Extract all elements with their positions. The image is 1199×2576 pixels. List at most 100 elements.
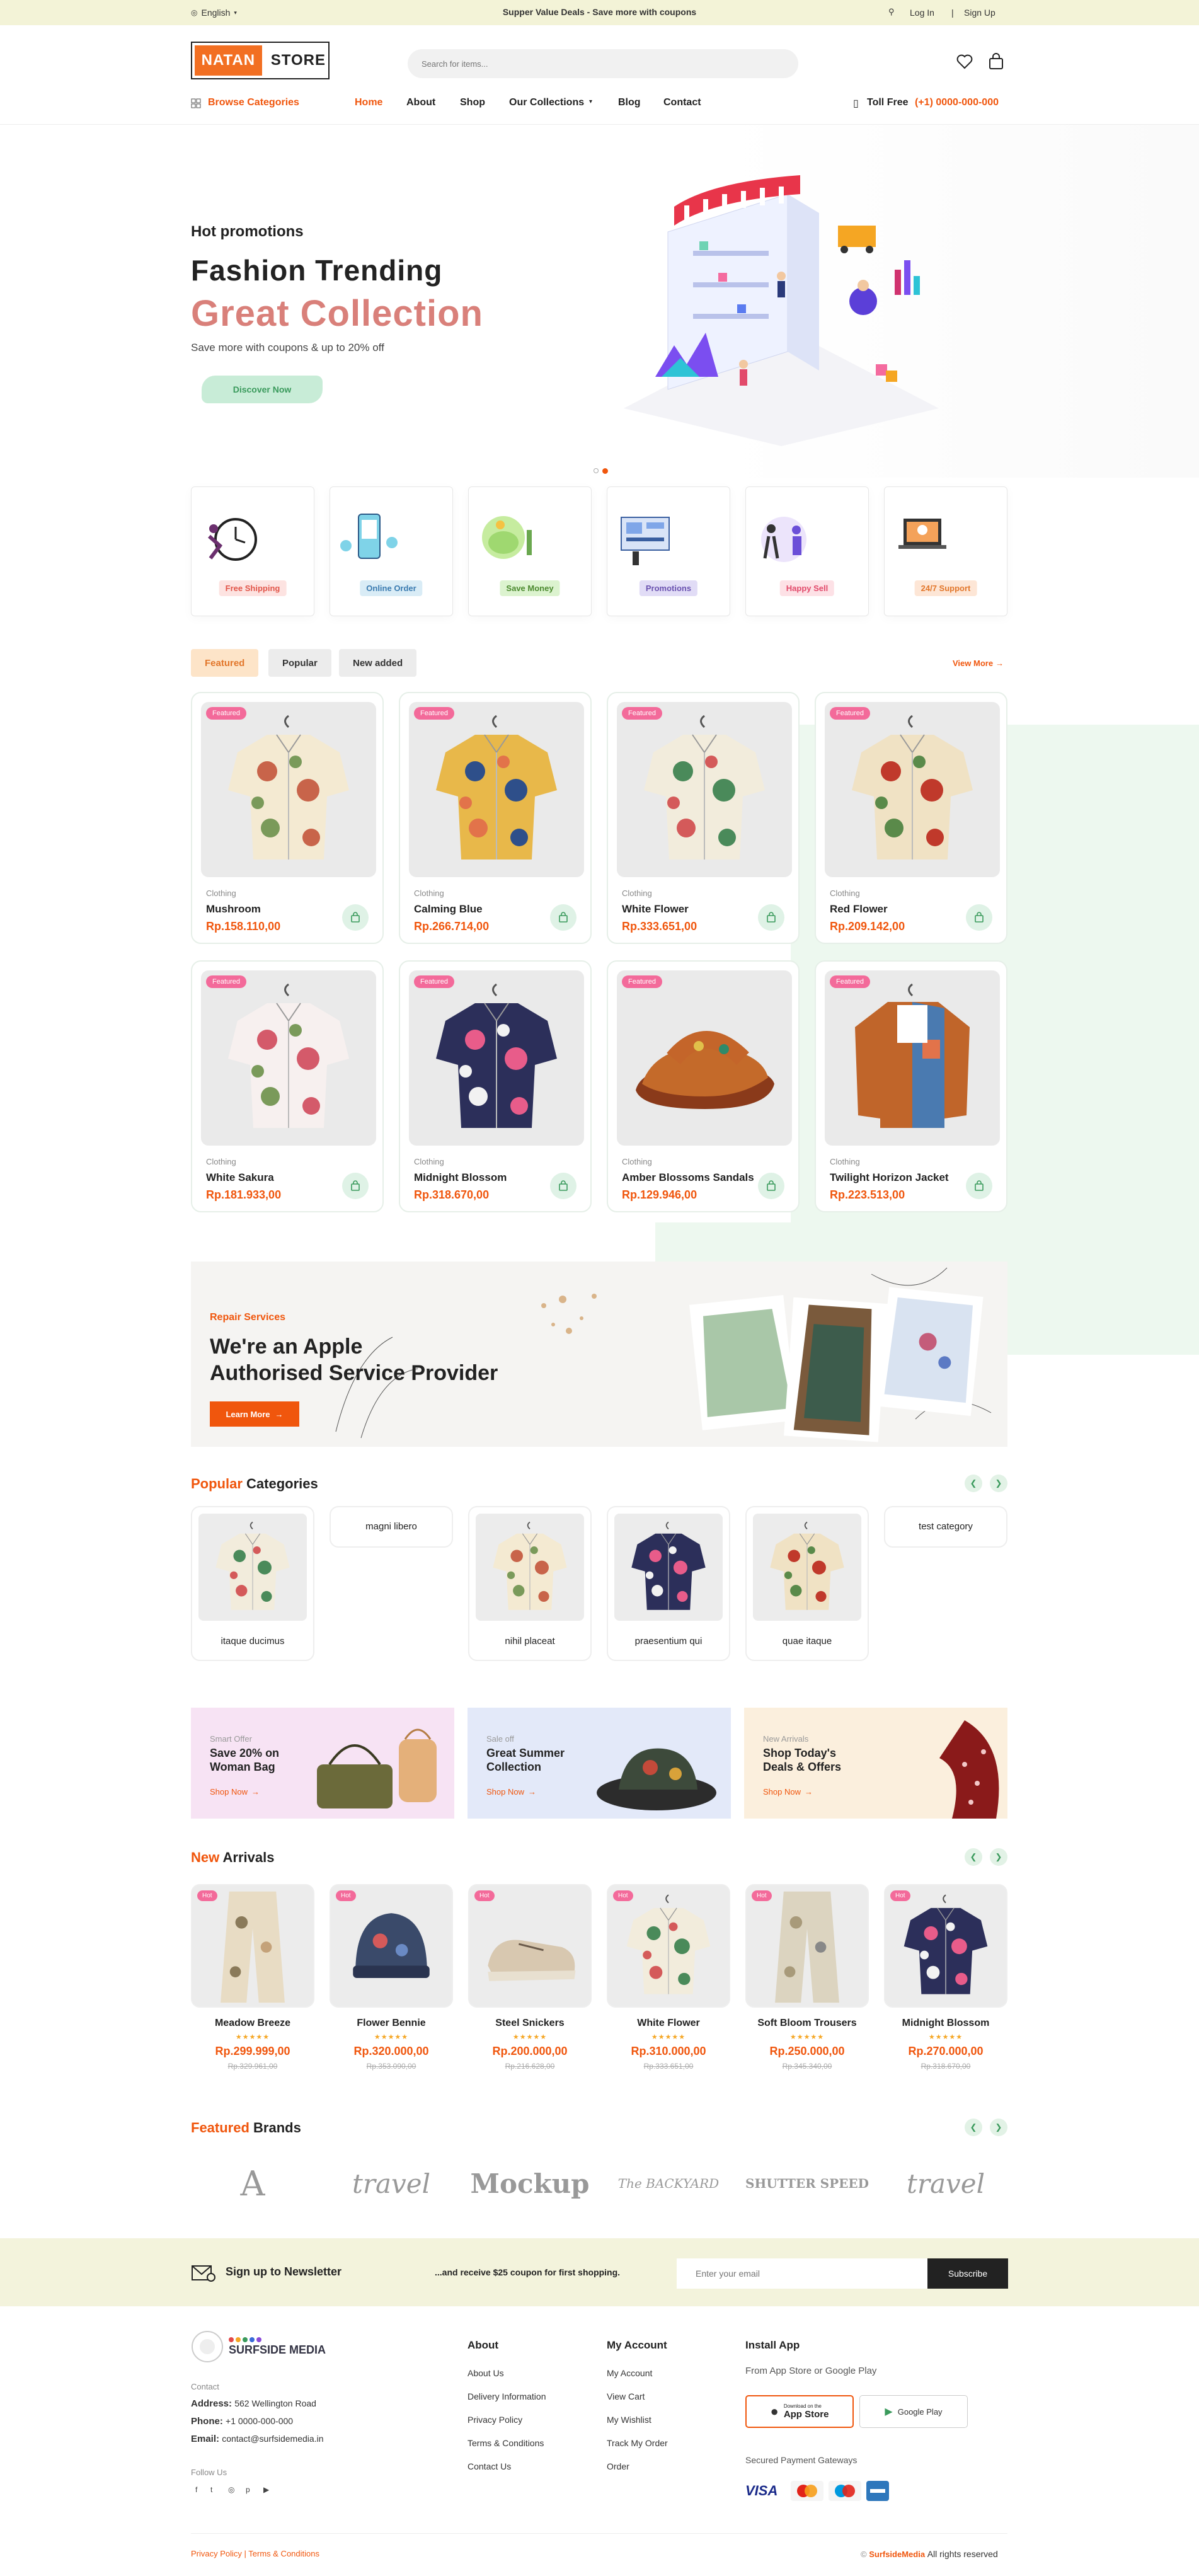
category-card[interactable]: itaque ducimus [191,1506,314,1661]
product-category[interactable]: Clothing [622,1157,652,1166]
toll-free-number[interactable]: (+1) 0000-000-000 [915,97,999,108]
product-card[interactable]: Featured Clothing White Flower Rp.333.651,0… [607,692,800,944]
product-category[interactable]: Clothing [414,1157,444,1166]
product-card[interactable]: Featured Clothing Amber Blossoms Sandals Rp… [607,960,800,1212]
product-image[interactable]: Featured [825,970,1000,1146]
product-name[interactable]: White Flower [607,2018,730,2029]
product-name[interactable]: Steel Snickers [468,2018,592,2029]
add-to-cart-button[interactable] [550,904,577,931]
product-name[interactable]: Flower Bennie [330,2018,453,2029]
footer-link[interactable]: My Account [607,2368,652,2378]
category-card[interactable]: test category [884,1506,1007,1548]
add-to-cart-button[interactable] [758,904,784,931]
new-arrival-image[interactable]: Hot [468,1884,592,2008]
shop-now-link[interactable]: Shop Now → [210,1787,260,1797]
footer-link[interactable]: About Us [468,2368,504,2378]
product-card[interactable]: Featured Clothing Red Flower Rp.209.142,00 [815,692,1007,944]
brand-logo[interactable]: travel [330,2155,453,2212]
category-card[interactable]: quae itaque [745,1506,869,1661]
product-image[interactable]: Featured [617,702,792,877]
youtube-icon[interactable]: ▶ [263,2485,269,2494]
product-category[interactable]: Clothing [830,1157,860,1166]
product-image[interactable]: Featured [409,702,584,877]
brand-logo[interactable]: Mockup [468,2155,592,2212]
next-arrow-icon[interactable]: ❯ [990,2119,1007,2136]
login-link[interactable]: Log In [910,8,934,18]
next-arrow-icon[interactable]: ❯ [990,1848,1007,1866]
add-to-cart-button[interactable] [758,1173,784,1199]
nav-contact[interactable]: Contact [663,97,701,108]
add-to-cart-button[interactable] [342,1173,369,1199]
app-store-button[interactable]: ● Download on the App Store [745,2395,854,2428]
prev-arrow-icon[interactable]: ❮ [965,1848,982,1866]
google-play-button[interactable]: ▶ Google Play [859,2395,968,2428]
product-name[interactable]: Midnight Blossom [884,2018,1007,2029]
footer-link[interactable]: Contact Us [468,2461,511,2471]
next-arrow-icon[interactable]: ❯ [990,1475,1007,1492]
signup-link[interactable]: Sign Up [964,8,995,18]
browse-categories[interactable]: Browse Categories [208,97,299,108]
instagram-icon[interactable]: ◎ [228,2485,234,2494]
nav-home[interactable]: Home [355,97,382,108]
facebook-icon[interactable]: f [195,2485,197,2494]
product-card[interactable]: Featured Clothing Calming Blue Rp.266.714,0… [399,692,592,944]
product-card[interactable]: Featured Clothing Midnight Blossom Rp.318.6… [399,960,592,1212]
new-arrival-image[interactable]: Hot [884,1884,1007,2008]
product-image[interactable]: Featured [201,702,376,877]
logo[interactable]: NATAN STORE [191,42,330,79]
footer-link[interactable]: Track My Order [607,2438,668,2448]
new-arrival-image[interactable]: Hot [330,1884,453,2008]
product-name[interactable]: Amber Blossoms Sandals [622,1171,754,1184]
product-image[interactable]: Featured [409,970,584,1146]
pinterest-icon[interactable]: p [246,2485,250,2494]
add-to-cart-button[interactable] [342,904,369,931]
product-image[interactable]: Featured [201,970,376,1146]
add-to-cart-button[interactable] [550,1173,577,1199]
new-arrival-image[interactable]: Hot [745,1884,869,2008]
brand-logo[interactable]: The BACKYARD [607,2155,730,2212]
privacy-terms-links[interactable]: Privacy Policy | Terms & Conditions [191,2549,319,2558]
nav-about[interactable]: About [406,97,435,108]
product-name[interactable]: White Flower [622,903,689,916]
footer-link[interactable]: Order [607,2461,629,2471]
search-input[interactable] [408,49,798,78]
footer-link[interactable]: Terms & Conditions [468,2438,544,2448]
product-name[interactable]: Red Flower [830,903,888,916]
product-name[interactable]: Meadow Breeze [191,2018,314,2029]
product-category[interactable]: Clothing [206,1157,236,1166]
product-name[interactable]: Midnight Blossom [414,1171,507,1184]
product-image[interactable]: Featured [825,702,1000,877]
prev-arrow-icon[interactable]: ❮ [965,1475,982,1492]
product-name[interactable]: White Sakura [206,1171,274,1184]
product-name[interactable]: Mushroom [206,903,261,916]
heart-icon[interactable] [956,54,973,69]
view-more-link[interactable]: View More → [949,656,1008,670]
new-arrival-image[interactable]: Hot [191,1884,314,2008]
discover-now-button[interactable]: Discover Now [202,376,323,403]
tab-featured[interactable]: Featured [191,649,259,677]
nav-collections[interactable]: Our Collections [509,97,584,108]
brand-logo[interactable]: travel [884,2155,1007,2212]
product-name[interactable]: Twilight Horizon Jacket [830,1171,949,1184]
product-category[interactable]: Clothing [414,888,444,898]
add-to-cart-button[interactable] [966,1173,992,1199]
new-arrival-image[interactable]: Hot [607,1884,730,2008]
shop-now-link[interactable]: Shop Now → [486,1787,536,1797]
product-category[interactable]: Clothing [622,888,652,898]
slider-dot-active[interactable] [602,468,608,474]
product-card[interactable]: Featured Clothing White Sakura Rp.181.933,0… [191,960,384,1212]
learn-more-button[interactable]: Learn More → [210,1401,299,1427]
subscribe-button[interactable]: Subscribe [927,2258,1008,2289]
twitter-icon[interactable]: t [210,2485,212,2494]
shop-now-link[interactable]: Shop Now → [763,1787,813,1797]
slider-dot[interactable] [594,468,599,473]
product-name[interactable]: Calming Blue [414,903,483,916]
shopping-bag-icon[interactable] [988,53,1004,71]
product-category[interactable]: Clothing [830,888,860,898]
product-category[interactable]: Clothing [206,888,236,898]
product-name[interactable]: Soft Bloom Trousers [745,2018,869,2029]
add-to-cart-button[interactable] [966,904,992,931]
tab-popular[interactable]: Popular [268,649,331,677]
category-card[interactable]: nihil placeat [468,1506,592,1661]
category-card[interactable]: praesentium qui [607,1506,730,1661]
